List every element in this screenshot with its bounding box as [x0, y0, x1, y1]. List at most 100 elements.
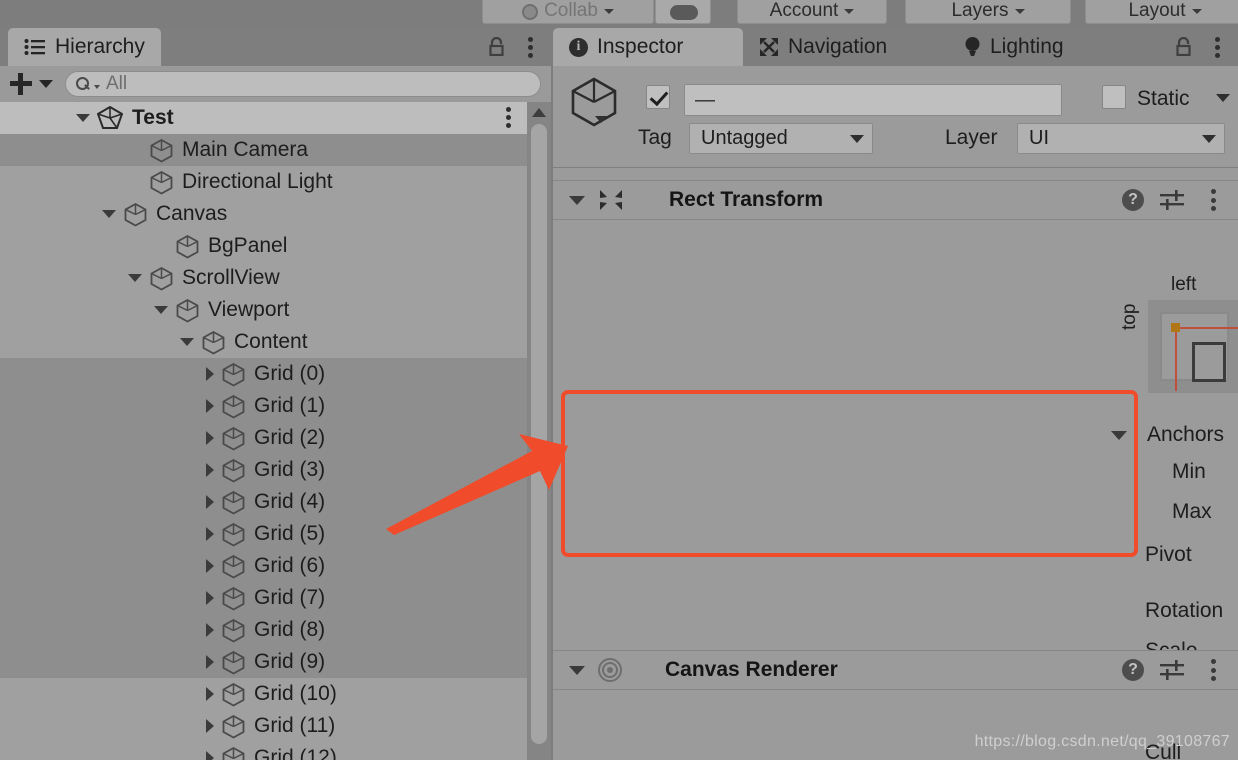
account-button[interactable]: Account [737, 0, 887, 24]
disclosure-triangle-icon[interactable] [569, 195, 585, 205]
hierarchy-row[interactable]: ScrollView [0, 262, 527, 294]
preset-icon[interactable] [1160, 189, 1184, 211]
chevron-down-icon [94, 84, 100, 89]
rect-transform-header[interactable]: Rect Transform ? [553, 180, 1238, 220]
hierarchy-row[interactable]: Grid (9) [0, 646, 527, 678]
object-name-input[interactable]: — [684, 84, 1062, 116]
hierarchy-row[interactable]: Grid (6) [0, 550, 527, 582]
top-toolbar: Collab Account Layers Layout [0, 0, 1238, 26]
lock-icon[interactable] [488, 37, 505, 56]
hierarchy-row[interactable]: Content [0, 326, 527, 358]
collab-status-icon [522, 4, 539, 20]
tab-hierarchy[interactable]: Hierarchy [8, 28, 161, 66]
hierarchy-row[interactable]: Grid (10) [0, 678, 527, 710]
chevron-down-icon [1202, 134, 1216, 143]
create-object-button[interactable] [10, 73, 53, 95]
disclosure-triangle-icon[interactable] [206, 655, 214, 669]
object-enabled-checkbox[interactable] [646, 85, 670, 109]
account-label: Account [769, 0, 839, 21]
hierarchy-row[interactable]: Grid (12) [0, 742, 527, 760]
disclosure-triangle-icon[interactable] [206, 623, 214, 637]
disclosure-triangle-icon[interactable] [569, 665, 585, 675]
anchor-preview [1160, 312, 1238, 391]
tab-navigation-label: Navigation [788, 35, 888, 58]
hierarchy-row-label: Grid (6) [254, 554, 326, 577]
disclosure-triangle-icon[interactable] [206, 367, 214, 381]
inspector-panel: i Inspector Navigation Lighting — Static… [553, 28, 1238, 760]
disclosure-triangle-icon[interactable] [206, 399, 214, 413]
hierarchy-search-input[interactable]: All [65, 71, 541, 97]
lock-icon[interactable] [1175, 37, 1192, 56]
hierarchy-row-label: Grid (7) [254, 586, 326, 609]
rect-transform-title: Rect Transform [669, 188, 824, 211]
gameobject-icon [150, 170, 173, 195]
static-dropdown-icon[interactable] [1216, 94, 1230, 102]
hierarchy-row[interactable]: Grid (1) [0, 390, 527, 422]
disclosure-triangle-icon[interactable] [206, 591, 214, 605]
disclosure-triangle-icon[interactable] [206, 559, 214, 573]
disclosure-triangle-icon[interactable] [206, 431, 214, 445]
disclosure-triangle-icon[interactable] [180, 338, 194, 346]
disclosure-triangle-icon[interactable] [76, 114, 90, 122]
help-icon[interactable]: ? [1122, 189, 1144, 211]
hierarchy-row[interactable]: BgPanel [0, 230, 527, 262]
hierarchy-row[interactable]: Grid (7) [0, 582, 527, 614]
disclosure-triangle-icon[interactable] [206, 751, 214, 760]
hierarchy-row-scene[interactable]: Test [0, 102, 527, 134]
tab-inspector[interactable]: i Inspector [553, 28, 743, 66]
layers-label: Layers [951, 0, 1009, 21]
collab-button[interactable]: Collab [482, 0, 654, 24]
anchor-preset-button[interactable] [1148, 300, 1238, 393]
tab-navigation[interactable]: Navigation [743, 28, 903, 66]
layout-button[interactable]: Layout [1085, 0, 1238, 24]
layer-dropdown[interactable]: UI [1017, 123, 1225, 154]
hierarchy-search-placeholder: All [106, 73, 128, 94]
hierarchy-row[interactable]: Grid (11) [0, 710, 527, 742]
hierarchy-panel: Hierarchy All Test Main Camera Direction… [0, 28, 551, 760]
anchor-horizontal-label: left [1171, 274, 1197, 295]
disclosure-triangle-icon[interactable] [128, 274, 142, 282]
disclosure-triangle-icon[interactable] [154, 306, 168, 314]
layers-button[interactable]: Layers [905, 0, 1071, 24]
hierarchy-menu-icon[interactable] [528, 37, 533, 58]
gameobject-icon [150, 266, 173, 291]
hierarchy-row-label: Content [234, 330, 308, 353]
hierarchy-row[interactable]: Canvas [0, 198, 527, 230]
static-checkbox-visible[interactable] [1102, 85, 1126, 109]
disclosure-triangle-icon[interactable] [206, 463, 214, 477]
disclosure-triangle-icon[interactable] [206, 719, 214, 733]
hierarchy-row-label: Grid (9) [254, 650, 326, 673]
hierarchy-row[interactable]: Viewport [0, 294, 527, 326]
hierarchy-row[interactable]: Grid (0) [0, 358, 527, 390]
inspector-menu-icon[interactable] [1215, 37, 1220, 58]
anchor-max-label: Max [1172, 500, 1212, 523]
disclosure-triangle-icon[interactable] [206, 527, 214, 541]
gameobject-icon [222, 426, 245, 451]
tab-lighting[interactable]: Lighting [948, 28, 1080, 66]
cloud-button[interactable] [655, 0, 711, 24]
anchor-min-label: Min [1172, 460, 1206, 483]
tag-dropdown[interactable]: Untagged [689, 123, 873, 154]
plus-icon [10, 73, 32, 95]
disclosure-triangle-icon[interactable] [102, 210, 116, 218]
hierarchy-row-label: Grid (1) [254, 394, 326, 417]
hierarchy-row[interactable]: Main Camera [0, 134, 527, 166]
canvas-renderer-menu-icon[interactable] [1211, 659, 1216, 681]
chevron-down-icon[interactable] [595, 116, 607, 123]
scene-menu-icon[interactable] [506, 107, 511, 128]
object-header: — Static Tag Untagged Layer UI [553, 66, 1238, 168]
preset-icon[interactable] [1160, 659, 1184, 681]
disclosure-triangle-icon[interactable] [206, 495, 214, 509]
gameobject-icon [176, 298, 199, 323]
anchors-disclosure-icon[interactable] [1111, 431, 1127, 440]
hierarchy-row[interactable]: Grid (8) [0, 614, 527, 646]
hierarchy-tabbar: Hierarchy [0, 28, 551, 66]
rect-transform-menu-icon[interactable] [1211, 189, 1216, 211]
canvas-renderer-header[interactable]: Canvas Renderer ? [553, 650, 1238, 690]
scroll-up-icon[interactable] [532, 108, 546, 117]
hierarchy-row-label: Grid (2) [254, 426, 326, 449]
disclosure-triangle-icon[interactable] [206, 687, 214, 701]
hierarchy-row[interactable]: Directional Light [0, 166, 527, 198]
help-icon[interactable]: ? [1122, 659, 1144, 681]
navigation-icon [760, 38, 778, 56]
